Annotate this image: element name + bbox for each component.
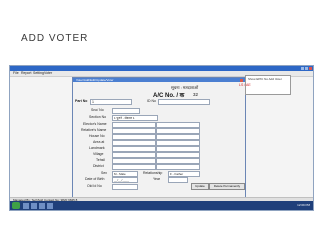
close-icon[interactable] [309,67,312,70]
header-ac-value: 32 [193,92,199,97]
start-button[interactable] [12,202,20,209]
village-label: Village [93,152,104,156]
year-input[interactable] [168,177,188,183]
district-input[interactable] [112,164,156,170]
taskbar: 12:09 PM [10,201,313,210]
dob-label: Date of Birth [85,177,105,181]
relationship-value: F - Father [170,172,184,176]
old-id-input[interactable] [112,184,138,190]
section-select[interactable]: 1 पुराने - सेक्शन 1 [112,115,158,121]
house-no-label: House No [89,134,105,138]
part-no-label: Part No [75,99,88,103]
slide-title: ADD VOTER [21,33,89,44]
minimize-icon[interactable] [301,67,304,70]
update-button[interactable]: Update [191,183,209,190]
year-label: Year [153,177,161,181]
old-id-label: Old Id No [87,184,102,188]
dob-input[interactable]: __/__/____ [112,177,138,183]
taskbar-app-icon[interactable] [23,202,29,209]
elector-name-label: Elector's Name [83,122,107,126]
relationship-label: Relationship [143,171,163,175]
section-value: 1 पुराने - सेक्शन 1 [114,116,135,120]
relative-name-label: Relative's Name [81,128,107,132]
header-ac-label: A/C No. / क [153,93,185,99]
section-label: Section No [89,115,107,119]
epic-panel: Show EPIC No Add Voter [245,75,291,95]
menu-setting[interactable]: Setting [33,71,44,76]
district-regional-input[interactable] [156,164,200,170]
taskbar-app-icon[interactable] [47,202,53,209]
part-no-input[interactable]: 1 [90,99,132,105]
voter-form-title: Voter/Add/Edit/Update/Voter [76,78,114,82]
mdi-desktop: Voter/Add/Edit/Update/Voter Show EPIC No… [10,75,313,198]
taskbar-clock: 12:09 PM [297,203,310,207]
dob-value: __/__/____ [114,178,130,182]
sno-input[interactable] [112,108,140,114]
menu-file[interactable]: File [13,71,19,76]
sex-value: M - Male [114,172,126,176]
id-no-input[interactable] [158,99,210,105]
area-label: Area at [93,140,105,144]
side-red-label: LS / AE [239,83,251,87]
sno-label: Sno/ No [91,108,104,112]
voter-form-titlebar: Voter/Add/Edit/Update/Voter [73,78,245,82]
voter-form-window: Voter/Add/Edit/Update/Voter Show EPIC No… [72,75,291,198]
taskbar-app-icon[interactable] [39,202,45,209]
menu-report[interactable]: Report [21,71,32,76]
epic-panel-text: Show EPIC No Add Voter [248,77,282,81]
sex-label: Sex [101,171,108,175]
id-no-label: ID No [147,99,156,103]
app-window: File Report Setting Voter Voter/Add/Edit… [9,65,314,211]
district-label: District [93,164,104,168]
delete-permanently-button[interactable]: Delete Permanently [209,183,245,190]
tehsil-label: Tehsil [96,158,105,162]
menu-voter[interactable]: Voter [44,71,52,76]
part-no-value: 1 [92,100,94,104]
taskbar-app-icon[interactable] [31,202,37,209]
voter-form-close-icon[interactable] [240,78,243,82]
maximize-icon[interactable] [305,67,308,70]
landmark-label: Landmark [89,146,105,150]
